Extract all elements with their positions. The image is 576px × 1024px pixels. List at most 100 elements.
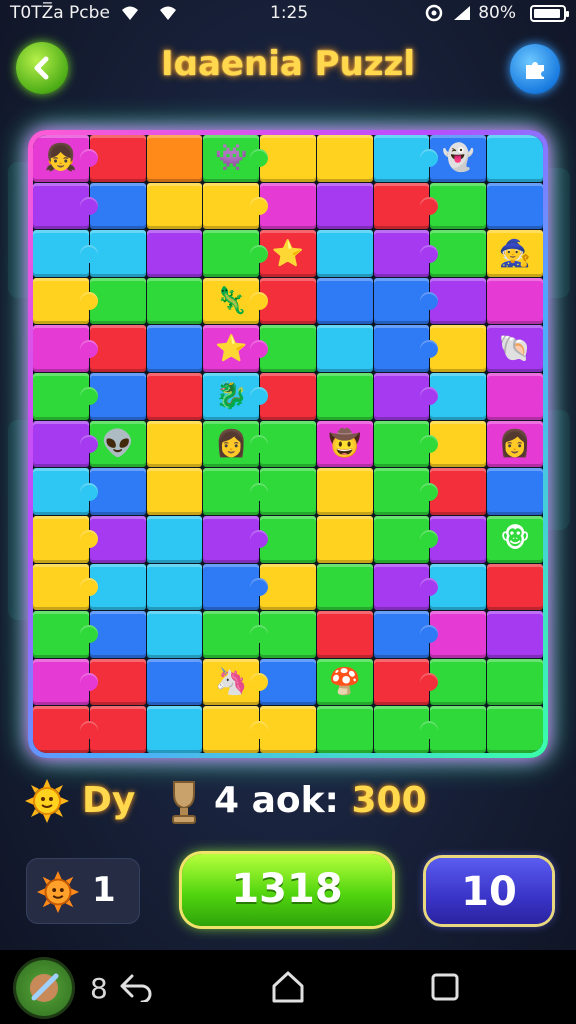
puzzle-piece[interactable] — [260, 706, 316, 753]
puzzle-piece[interactable]: 👩 — [487, 420, 543, 468]
puzzle-piece[interactable] — [89, 135, 146, 182]
puzzle-piece[interactable] — [146, 420, 203, 468]
puzzle-piece[interactable] — [487, 658, 543, 706]
puzzle-piece[interactable] — [373, 706, 439, 753]
puzzle-piece[interactable] — [146, 373, 203, 420]
puzzle-piece[interactable] — [260, 611, 316, 658]
puzzle-piece[interactable] — [33, 658, 98, 706]
recents-icon[interactable] — [428, 970, 462, 1004]
puzzle-piece[interactable] — [33, 277, 98, 325]
puzzle-piece[interactable]: 👾 — [203, 135, 269, 182]
puzzle-piece[interactable] — [430, 611, 487, 658]
puzzle-piece[interactable] — [146, 135, 203, 182]
puzzle-piece[interactable]: 🐚 — [487, 325, 543, 373]
puzzle-piece[interactable] — [89, 325, 146, 373]
puzzle-piece[interactable] — [89, 277, 146, 325]
puzzle-piece[interactable] — [373, 515, 439, 563]
puzzle-piece[interactable] — [33, 420, 98, 468]
puzzle-piece[interactable] — [260, 563, 316, 611]
puzzle-piece[interactable]: 🐉 — [203, 373, 269, 420]
puzzle-piece[interactable]: ⭐ — [260, 230, 316, 277]
puzzle-piece[interactable] — [430, 468, 487, 515]
puzzle-piece[interactable]: 👽 — [89, 420, 146, 468]
puzzle-piece[interactable] — [316, 373, 373, 420]
puzzle-piece[interactable] — [373, 420, 439, 468]
puzzle-piece[interactable] — [33, 373, 98, 420]
puzzle-piece[interactable] — [430, 325, 487, 373]
puzzle-piece[interactable] — [430, 706, 487, 753]
puzzle-piece[interactable] — [89, 515, 146, 563]
puzzle-piece[interactable] — [316, 182, 373, 230]
puzzle-piece[interactable] — [316, 277, 373, 325]
puzzle-piece[interactable] — [33, 325, 98, 373]
puzzle-piece[interactable] — [260, 277, 316, 325]
puzzle-piece[interactable] — [487, 706, 543, 753]
puzzle-piece[interactable] — [487, 277, 543, 325]
puzzle-piece[interactable] — [146, 182, 203, 230]
puzzle-piece[interactable] — [203, 468, 269, 515]
puzzle-piece[interactable] — [373, 563, 439, 611]
puzzle-piece[interactable] — [430, 658, 487, 706]
puzzle-piece[interactable]: 👩 — [203, 420, 269, 468]
puzzle-piece[interactable] — [89, 706, 146, 753]
puzzle-piece[interactable] — [373, 230, 439, 277]
puzzle-piece[interactable] — [487, 135, 543, 182]
puzzle-piece[interactable] — [33, 563, 98, 611]
puzzle-piece[interactable]: 🤠 — [316, 420, 373, 468]
puzzle-piece[interactable] — [316, 706, 373, 753]
puzzle-piece[interactable] — [260, 658, 316, 706]
puzzle-piece[interactable] — [146, 658, 203, 706]
puzzle-piece[interactable] — [33, 182, 98, 230]
puzzle-piece[interactable] — [146, 325, 203, 373]
puzzle-piece[interactable] — [316, 325, 373, 373]
puzzle-piece[interactable] — [89, 373, 146, 420]
puzzle-piece[interactable] — [430, 563, 487, 611]
puzzle-piece[interactable] — [203, 230, 269, 277]
puzzle-piece[interactable] — [260, 135, 316, 182]
puzzle-piece[interactable] — [146, 230, 203, 277]
puzzle-piece[interactable] — [373, 468, 439, 515]
puzzle-piece[interactable] — [430, 515, 487, 563]
puzzle-piece[interactable]: 🦎 — [203, 277, 269, 325]
puzzle-piece[interactable] — [260, 468, 316, 515]
puzzle-piece[interactable]: 🦄 — [203, 658, 269, 706]
puzzle-piece[interactable] — [33, 611, 98, 658]
puzzle-piece[interactable] — [146, 611, 203, 658]
puzzle-piece[interactable] — [33, 706, 98, 753]
puzzle-piece[interactable] — [430, 277, 487, 325]
puzzle-piece[interactable] — [89, 230, 146, 277]
puzzle-piece[interactable] — [203, 706, 269, 753]
puzzle-piece[interactable] — [487, 611, 543, 658]
puzzle-piece[interactable] — [430, 182, 487, 230]
puzzle-piece[interactable] — [316, 468, 373, 515]
puzzle-piece[interactable] — [316, 135, 373, 182]
game-app-icon[interactable] — [16, 960, 72, 1016]
back-arrow-icon[interactable] — [118, 972, 154, 1002]
puzzle-piece[interactable] — [146, 563, 203, 611]
puzzle-piece[interactable] — [33, 515, 98, 563]
puzzle-piece[interactable] — [146, 706, 203, 753]
settings-button[interactable] — [510, 44, 560, 94]
puzzle-piece[interactable] — [89, 182, 146, 230]
puzzle-piece[interactable] — [203, 611, 269, 658]
puzzle-piece[interactable] — [203, 515, 269, 563]
puzzle-piece[interactable] — [316, 230, 373, 277]
puzzle-piece[interactable] — [89, 611, 146, 658]
puzzle-piece[interactable] — [203, 563, 269, 611]
puzzle-piece[interactable]: 👻 — [430, 135, 487, 182]
puzzle-piece[interactable] — [33, 230, 98, 277]
puzzle-piece[interactable]: 🧙 — [487, 230, 543, 277]
puzzle-piece[interactable] — [373, 658, 439, 706]
puzzle-piece[interactable]: 👧 — [33, 135, 98, 182]
puzzle-piece[interactable] — [89, 563, 146, 611]
puzzle-piece[interactable]: 🐵 — [487, 515, 543, 563]
puzzle-piece[interactable] — [373, 277, 439, 325]
puzzle-piece[interactable] — [373, 182, 439, 230]
puzzle-piece[interactable] — [203, 182, 269, 230]
play-button[interactable]: 1318 — [182, 854, 392, 926]
puzzle-piece[interactable] — [487, 373, 543, 420]
puzzle-piece[interactable] — [260, 420, 316, 468]
puzzle-piece[interactable] — [260, 182, 316, 230]
puzzle-piece[interactable]: ⭐ — [203, 325, 269, 373]
puzzle-piece[interactable] — [33, 468, 98, 515]
